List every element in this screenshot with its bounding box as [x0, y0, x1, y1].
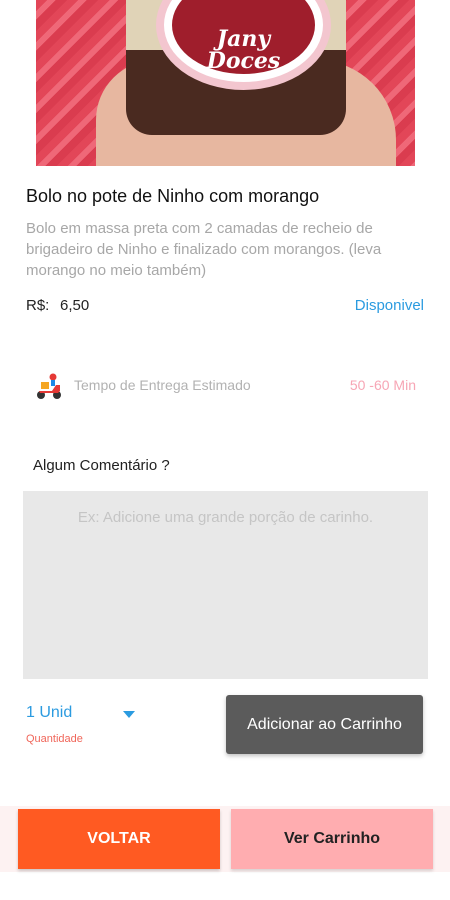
delivery-time: 50 -60 Min — [349, 377, 416, 393]
product-image: Jany Doces — [36, 0, 415, 166]
add-to-cart-button[interactable]: Adicionar ao Carrinho — [226, 695, 423, 754]
price-label: R$: — [26, 297, 50, 314]
dropdown-caret-icon — [123, 711, 135, 718]
logo-text-line1: Jany — [216, 26, 271, 52]
delivery-scooter-icon — [37, 373, 61, 399]
quantity-caption: Quantidade — [26, 733, 83, 745]
quantity-select[interactable]: 1 Unid — [26, 704, 146, 726]
delivery-estimate: Tempo de Entrega Estimado 50 -60 Min — [34, 369, 416, 405]
view-cart-button[interactable]: Ver Carrinho — [231, 809, 433, 869]
availability-status: Disponivel — [354, 297, 424, 314]
price-value: 6,50 — [60, 297, 90, 314]
logo-text-line2: Doces — [206, 48, 281, 74]
comment-input[interactable] — [23, 491, 428, 679]
back-button[interactable]: VOLTAR — [18, 809, 220, 869]
quantity-value: 1 Unid — [26, 704, 73, 721]
delivery-label: Tempo de Entrega Estimado — [74, 377, 251, 393]
bottom-action-bar: VOLTAR Ver Carrinho — [0, 806, 450, 872]
comment-label: Algum Comentário ? — [33, 457, 170, 474]
product-title: Bolo no pote de Ninho com morango — [26, 186, 320, 206]
product-description: Bolo em massa preta com 2 camadas de rec… — [26, 220, 382, 279]
